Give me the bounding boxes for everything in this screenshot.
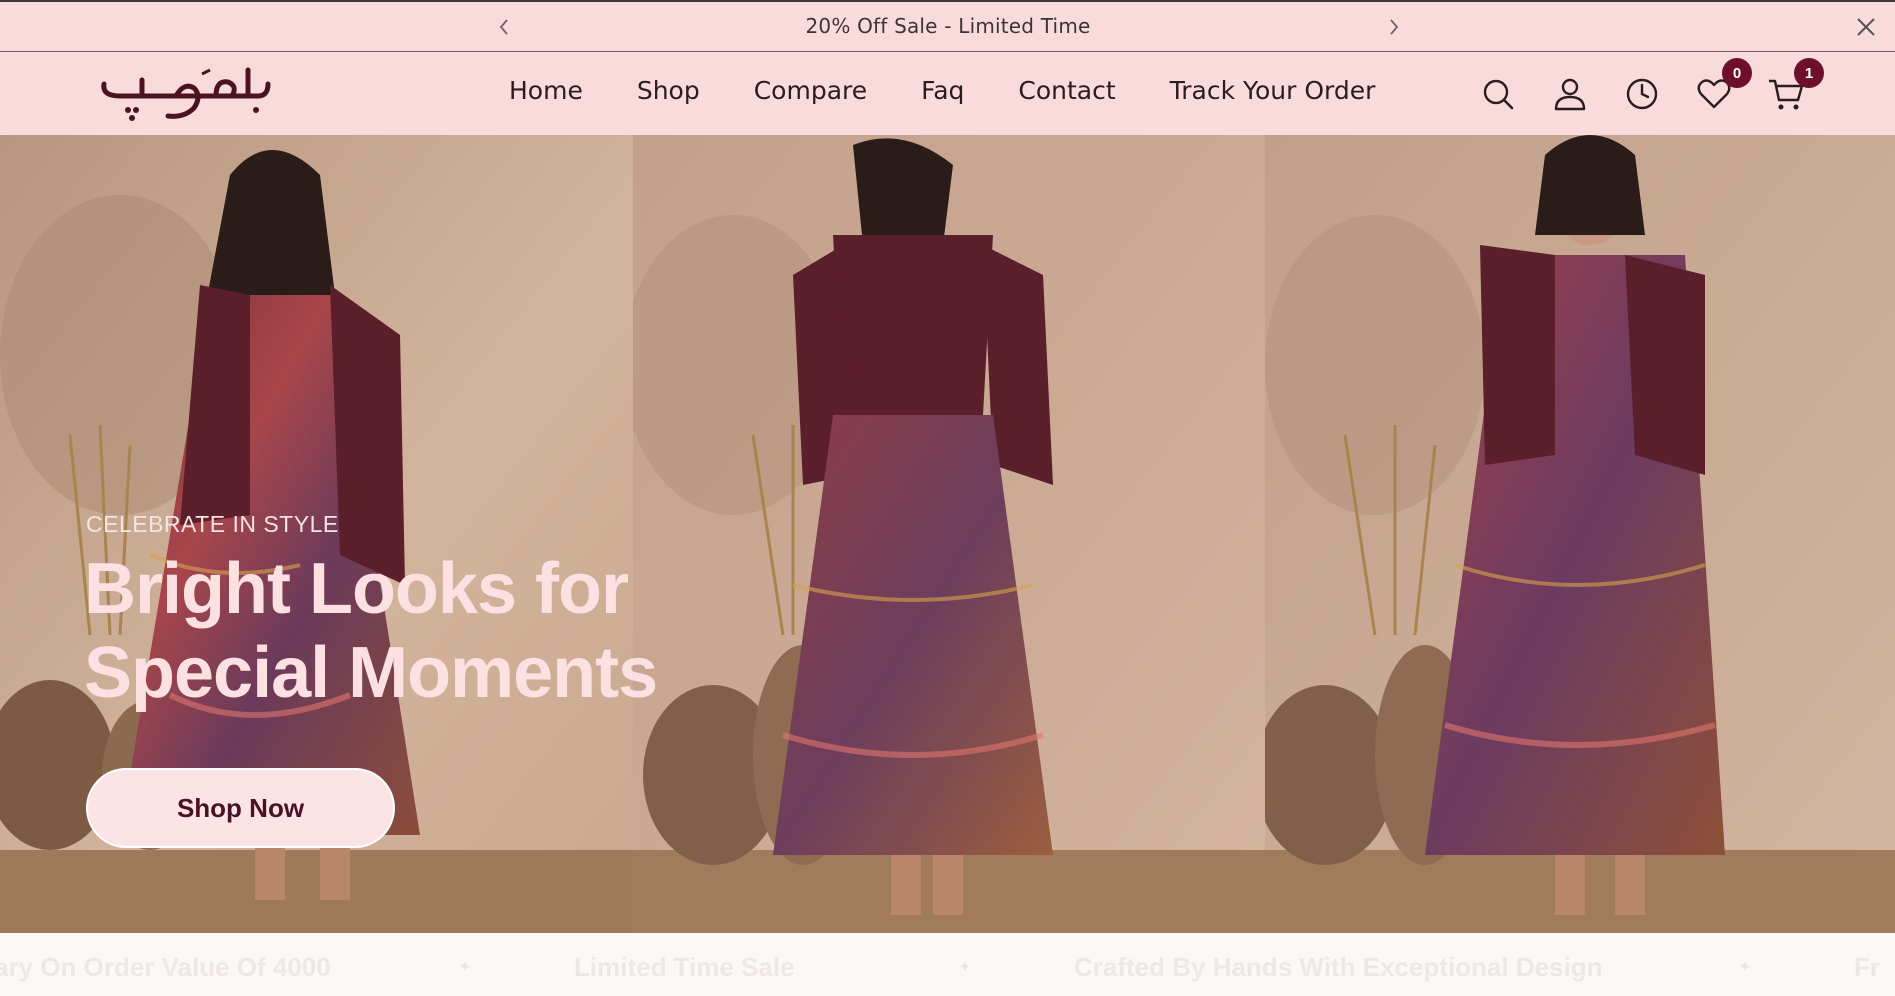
logo-mark [101, 67, 271, 121]
nav-home[interactable]: Home [509, 76, 583, 105]
heart-icon[interactable]: 0 [1694, 58, 1752, 116]
hero-banner: CELEBRATE IN STYLE Bright Looks for Spec… [0, 135, 1895, 933]
marquee-item: Limited Time Sale [574, 952, 795, 982]
close-icon[interactable] [1855, 16, 1877, 38]
marquee-item: ary On Order Value Of 4000 [0, 952, 331, 982]
nav-shop[interactable]: Shop [637, 76, 700, 105]
hero-image-back [633, 135, 1265, 933]
shop-now-button[interactable]: Shop Now [86, 768, 395, 848]
marquee-item: Crafted By Hands With Exceptional Design [1074, 952, 1603, 982]
nav-contact[interactable]: Contact [1018, 76, 1115, 105]
chevron-left-icon[interactable] [494, 16, 514, 38]
star-icon: ✦ [1738, 957, 1752, 976]
cart-count-badge: 1 [1794, 58, 1824, 88]
cart-icon[interactable]: 1 [1766, 58, 1824, 116]
user-icon[interactable] [1550, 72, 1590, 116]
chevron-right-icon[interactable] [1384, 16, 1404, 38]
search-icon[interactable] [1478, 72, 1518, 116]
nav-faq[interactable]: Faq [921, 76, 964, 105]
main-nav: Home Shop Compare Faq Contact Track Your… [509, 76, 1375, 105]
brand-logo[interactable] [98, 62, 274, 126]
nav-track-order[interactable]: Track Your Order [1170, 76, 1376, 105]
site-header: Home Shop Compare Faq Contact Track Your… [0, 52, 1895, 135]
star-icon: ✦ [458, 957, 472, 976]
clock-icon[interactable] [1622, 72, 1662, 116]
marquee-item: Fr [1854, 952, 1880, 982]
star-icon: ✦ [958, 957, 972, 976]
nav-compare[interactable]: Compare [754, 76, 867, 105]
hero-headline-line-1: Bright Looks for [84, 549, 629, 629]
hero-headline: Bright Looks for Special Moments [84, 547, 784, 715]
marquee-strip: ary On Order Value Of 4000 ✦ Limited Tim… [0, 933, 1895, 996]
hero-image-walking [1265, 135, 1895, 933]
announcement-text: 20% Off Sale - Limited Time [805, 14, 1091, 38]
hero-headline-line-2: Special Moments [84, 633, 658, 713]
announcement-bar: 20% Off Sale - Limited Time [0, 0, 1895, 52]
hero-kicker: CELEBRATE IN STYLE [86, 511, 339, 537]
wishlist-count-badge: 0 [1722, 58, 1752, 88]
